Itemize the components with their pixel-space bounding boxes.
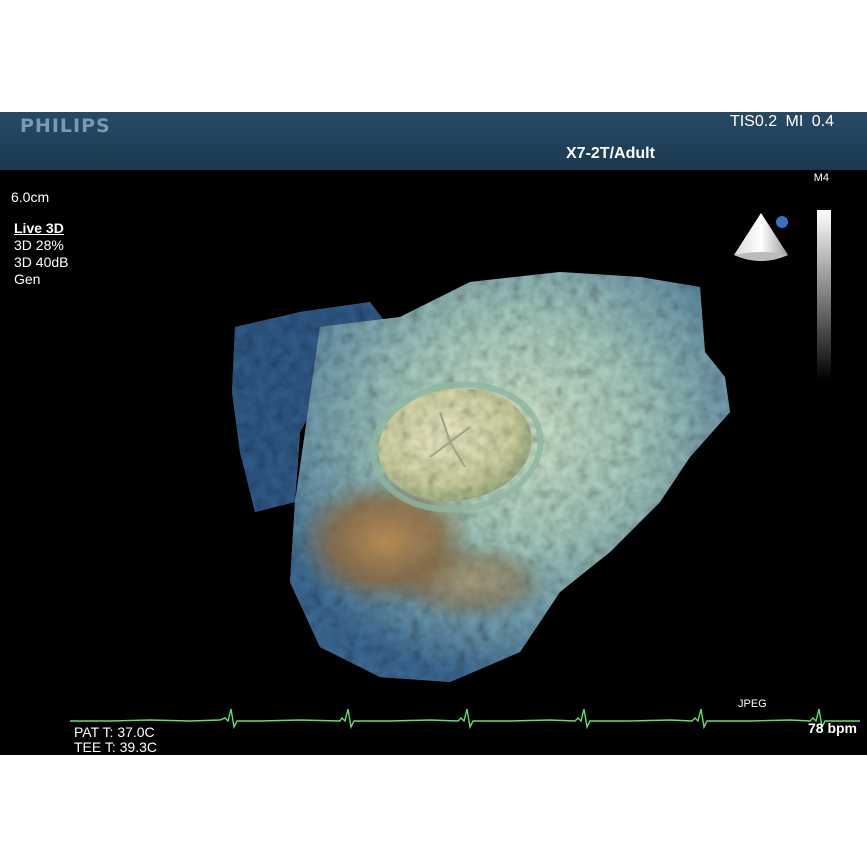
thermal-mechanical-index: TIS0.2 MI 0.4: [729, 113, 834, 130]
ultrasound-screen: PHILIPS TIS0.2 MI 0.4 X7-2T/Adult 6.0cm …: [0, 112, 867, 755]
3d-percent-readout: 3D 28%: [14, 237, 64, 253]
grayscale-bar: [817, 210, 831, 380]
mode-label: Live 3D: [14, 220, 64, 236]
gray-map-label: M4: [813, 172, 829, 184]
3d-gain-readout: 3D 40dB: [14, 254, 69, 270]
tee-temp-readout: TEE T: 39.3C: [74, 739, 158, 755]
header-bar: PHILIPS TIS0.2 MI 0.4 X7-2T/Adult: [0, 112, 867, 170]
depth-readout: 6.0cm: [11, 189, 50, 205]
heart-rate-readout: 78 bpm: [807, 720, 857, 736]
patient-temp-readout: PAT T: 37.0C: [74, 724, 155, 740]
format-label: JPEG: [738, 698, 767, 710]
brand-logo: PHILIPS: [20, 115, 111, 137]
probe-preset-label: X7-2T/Adult: [566, 145, 655, 162]
probe-orientation-icon: [734, 213, 788, 261]
gen-label: Gen: [14, 271, 41, 287]
